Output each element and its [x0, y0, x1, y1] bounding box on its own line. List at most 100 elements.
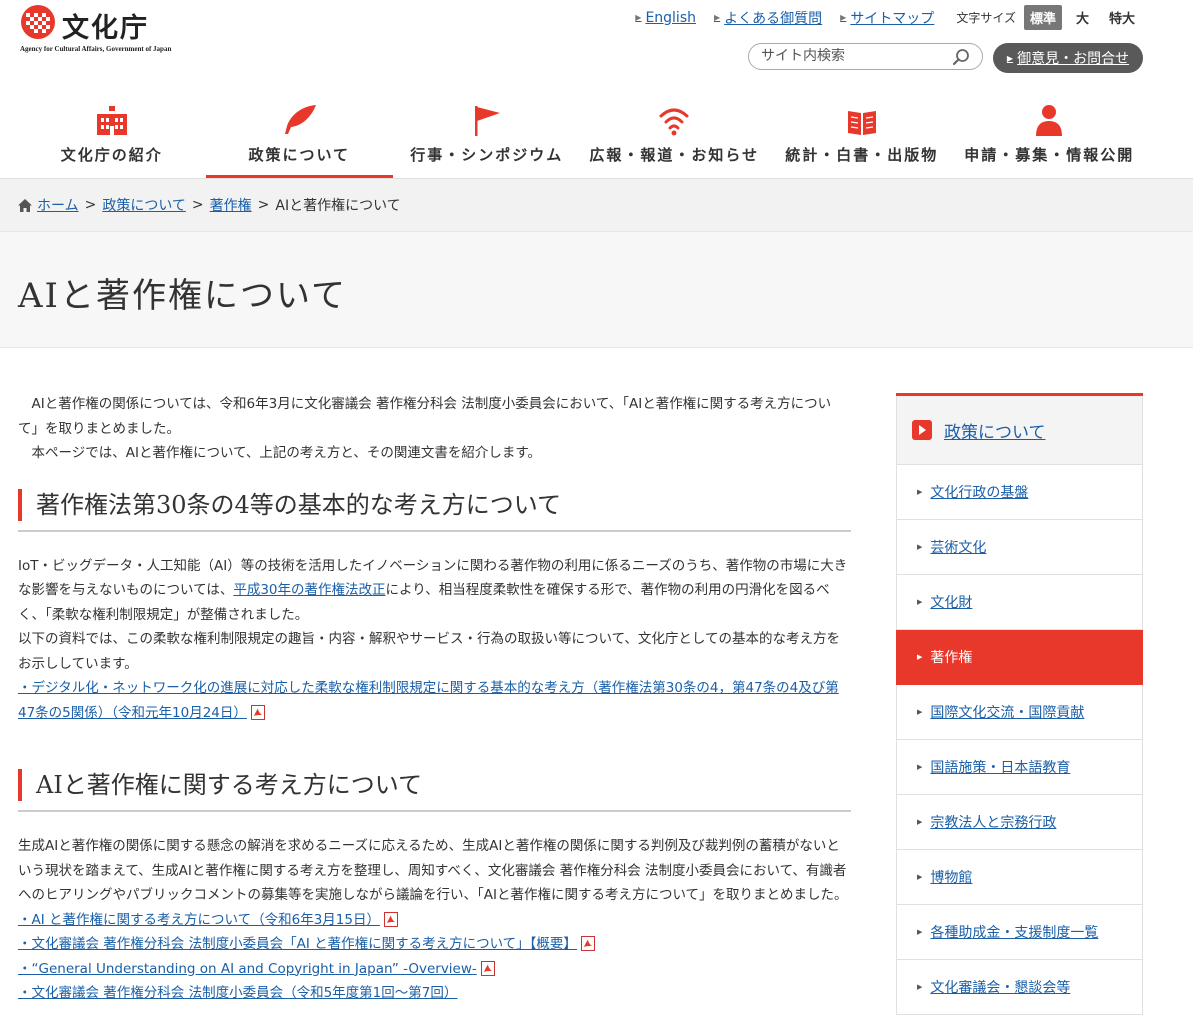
faq-link[interactable]: ▶ よくある御質問: [714, 8, 822, 28]
sidebar-item-museums[interactable]: ▶ 博物館: [896, 850, 1143, 905]
pdf-icon: [250, 704, 265, 720]
breadcrumb-separator: >: [84, 197, 97, 213]
gnav-item-policy[interactable]: 政策について: [205, 96, 394, 178]
gnav-label: 政策について: [248, 146, 351, 164]
triangle-right-icon: ▶: [840, 13, 847, 22]
section-divider: [18, 810, 851, 812]
gnav-item-events[interactable]: 行事・シンポジウム: [393, 96, 581, 178]
breadcrumb-home-link[interactable]: ホーム: [37, 195, 79, 215]
amendment-link[interactable]: 平成30年の著作権法改正: [233, 582, 385, 598]
sitemap-link[interactable]: ▶ サイトマップ: [840, 8, 934, 28]
contact-button-label: 御意見・お問合せ: [1017, 51, 1130, 67]
person-icon: [1036, 105, 1063, 136]
sidebar-item-label: 文化行政の基盤: [930, 485, 1029, 501]
sidebar-item-label: 博物館: [930, 870, 973, 886]
sidebar-item-japanese-language[interactable]: ▶ 国語施策・日本語教育: [896, 740, 1143, 795]
font-size-label: 文字サイズ: [956, 11, 1016, 25]
sidebar-item-label: 国際文化交流・国際貢献: [930, 705, 1085, 721]
book-icon: [847, 111, 876, 135]
flag-icon: [474, 106, 500, 136]
section-heading: AIと著作権に関する考え方について: [18, 769, 851, 801]
sidebar-item-international[interactable]: ▶ 国際文化交流・国際貢献: [896, 685, 1143, 740]
sidebar-item-copyright[interactable]: ▶ 著作権: [896, 630, 1143, 685]
search-input[interactable]: [761, 48, 941, 64]
triangle-right-icon: ▶: [635, 13, 642, 22]
site-logo[interactable]: 文化庁 Agency for Cultural Affairs, Governm…: [20, 4, 190, 58]
sidebar-item-grants[interactable]: ▶ 各種助成金・支援制度一覧: [896, 905, 1143, 960]
breadcrumb-policy-link[interactable]: 政策について: [102, 195, 186, 215]
gnav-label: 申請・募集・情報公開: [964, 146, 1135, 164]
section2-paragraph-1: 生成AIと著作権の関係に関する懸念の解消を求めるニーズに応えるため、生成AIと著…: [18, 838, 848, 903]
feather-pen-icon: [285, 105, 317, 134]
intro-paragraph-2: 本ページでは、AIと著作権について、上記の考え方と、その関連文書を紹介します。: [31, 445, 541, 461]
triangle-right-icon: ▶: [917, 488, 923, 496]
english-link[interactable]: ▶ English: [635, 10, 696, 26]
triangle-right-icon: ▶: [917, 598, 923, 606]
sidebar-item-arts[interactable]: ▶ 芸術文化: [896, 520, 1143, 575]
sidebar-item-label: 各種助成金・支援制度一覧: [930, 925, 1099, 941]
gnav-label: 行事・シンポジウム: [410, 146, 564, 164]
sidebar-item-label: 文化審議会・懇談会等: [930, 980, 1071, 996]
sidebar-item-cultural-properties[interactable]: ▶ 文化財: [896, 575, 1143, 630]
document-link-item: ・デジタル化・ネットワーク化の進展に対応した柔軟な権利制限規定に関する基本的な考…: [18, 676, 851, 725]
document-link[interactable]: ・文化審議会 著作権分科会 法制度小委員会「AI と著作権に関する考え方について…: [18, 936, 577, 952]
triangle-right-icon: ▶: [917, 818, 923, 826]
title-band: AIと著作権について: [0, 231, 1193, 348]
triangle-right-icon: ▶: [917, 983, 923, 991]
contact-button[interactable]: ▶ 御意見・お問合せ: [993, 43, 1143, 73]
sidebar-item-councils[interactable]: ▶ 文化審議会・懇談会等: [896, 960, 1143, 1015]
document-link-item: ・AI と著作権に関する考え方について（令和6年3月15日）: [18, 908, 851, 933]
breadcrumb-separator: >: [191, 197, 204, 213]
gnav-item-applications[interactable]: 申請・募集・情報公開: [956, 96, 1144, 178]
sidebar-nav: 政策について ▶ 文化行政の基盤 ▶ 芸術文化 ▶ 文化財 ▶ 著作権 ▶ 国際文化交流・…: [896, 393, 1143, 1015]
gnav-item-about[interactable]: 文化庁の紹介: [18, 96, 206, 178]
page-title: AIと著作権について: [18, 276, 347, 316]
gnav-label: 統計・白書・出版物: [785, 146, 939, 164]
arrow-square-icon: [912, 420, 932, 440]
breadcrumb-copyright-link[interactable]: 著作権: [210, 195, 252, 215]
document-link[interactable]: ・文化審議会 著作権分科会 法制度小委員会（令和5年度第1回～第7回）: [18, 985, 457, 1001]
sidebar-item-label: 国語施策・日本語教育: [930, 760, 1071, 776]
font-size-xlarge-button[interactable]: 特大: [1103, 5, 1141, 30]
triangle-right-icon: ▶: [917, 653, 923, 661]
home-icon: [18, 198, 32, 212]
document-link-item: ・文化審議会 著作権分科会 法制度小委員会「AI と著作権に関する考え方について…: [18, 932, 851, 957]
gnav-label: 文化庁の紹介: [60, 146, 163, 164]
search-icon[interactable]: [952, 48, 970, 66]
pdf-icon: [580, 936, 595, 951]
sidebar-item-label: 著作権: [930, 650, 973, 666]
sidebar-item-label: 宗教法人と宗務行政: [930, 815, 1057, 831]
sidebar-heading[interactable]: 政策について: [896, 396, 1143, 465]
logo-text: 文化庁: [62, 13, 149, 44]
logo-mark-icon: [21, 5, 55, 39]
triangle-right-icon: ▶: [714, 13, 721, 22]
gnav-item-publicity[interactable]: 広報・報道・お知らせ: [581, 96, 769, 178]
triangle-right-icon: ▶: [917, 763, 923, 771]
breadcrumb: ホーム > 政策について > 著作権 > AIと著作権について: [18, 195, 401, 215]
section-divider: [18, 529, 851, 532]
sidebar-heading-label: 政策について: [944, 422, 1046, 443]
section1-paragraph-1: IoT・ビッグデータ・人工知能（AI）等の技術を活用したイノベーションに関わる著…: [18, 554, 851, 628]
faq-link-label: よくある御質問: [724, 10, 823, 27]
sitemap-link-label: サイトマップ: [850, 10, 935, 27]
section-heading: 著作権法第30条の4等の基本的な考え方について: [18, 488, 851, 521]
document-link-item: ・“General Understanding on AI and Copyri…: [18, 957, 851, 982]
breadcrumb-bar: ホーム > 政策について > 著作権 > AIと著作権について: [0, 178, 1193, 231]
font-size-large-button[interactable]: 大: [1070, 5, 1095, 30]
sidebar-item-religious[interactable]: ▶ 宗教法人と宗務行政: [896, 795, 1143, 850]
gnav-item-publications[interactable]: 統計・白書・出版物: [768, 96, 956, 178]
document-link[interactable]: ・“General Understanding on AI and Copyri…: [18, 961, 477, 977]
intro-paragraph-1: AIと著作権の関係については、令和6年3月に文化審議会 著作権分科会 法制度小委…: [18, 396, 832, 437]
sidebar-item-cultural-admin[interactable]: ▶ 文化行政の基盤: [896, 465, 1143, 520]
utility-nav: ▶ English ▶ よくある御質問 ▶ サイトマップ 文字サイズ 標準 大 特大: [617, 5, 1141, 30]
triangle-right-icon: ▶: [917, 873, 923, 881]
pdf-icon: [383, 911, 398, 927]
font-size-standard-button[interactable]: 標準: [1023, 5, 1062, 30]
building-icon: [96, 106, 127, 135]
broadcast-icon: [659, 108, 689, 136]
breadcrumb-current: AIと著作権について: [275, 198, 401, 214]
document-link[interactable]: ・デジタル化・ネットワーク化の進展に対応した柔軟な権利制限規定に関する基本的な考…: [18, 680, 839, 721]
document-link[interactable]: ・AI と著作権に関する考え方について（令和6年3月15日）: [18, 912, 380, 928]
main-content: AIと著作権の関係については、令和6年3月に文化審議会 著作権分科会 法制度小委…: [18, 392, 851, 1006]
triangle-right-icon: ▶: [1006, 53, 1014, 63]
